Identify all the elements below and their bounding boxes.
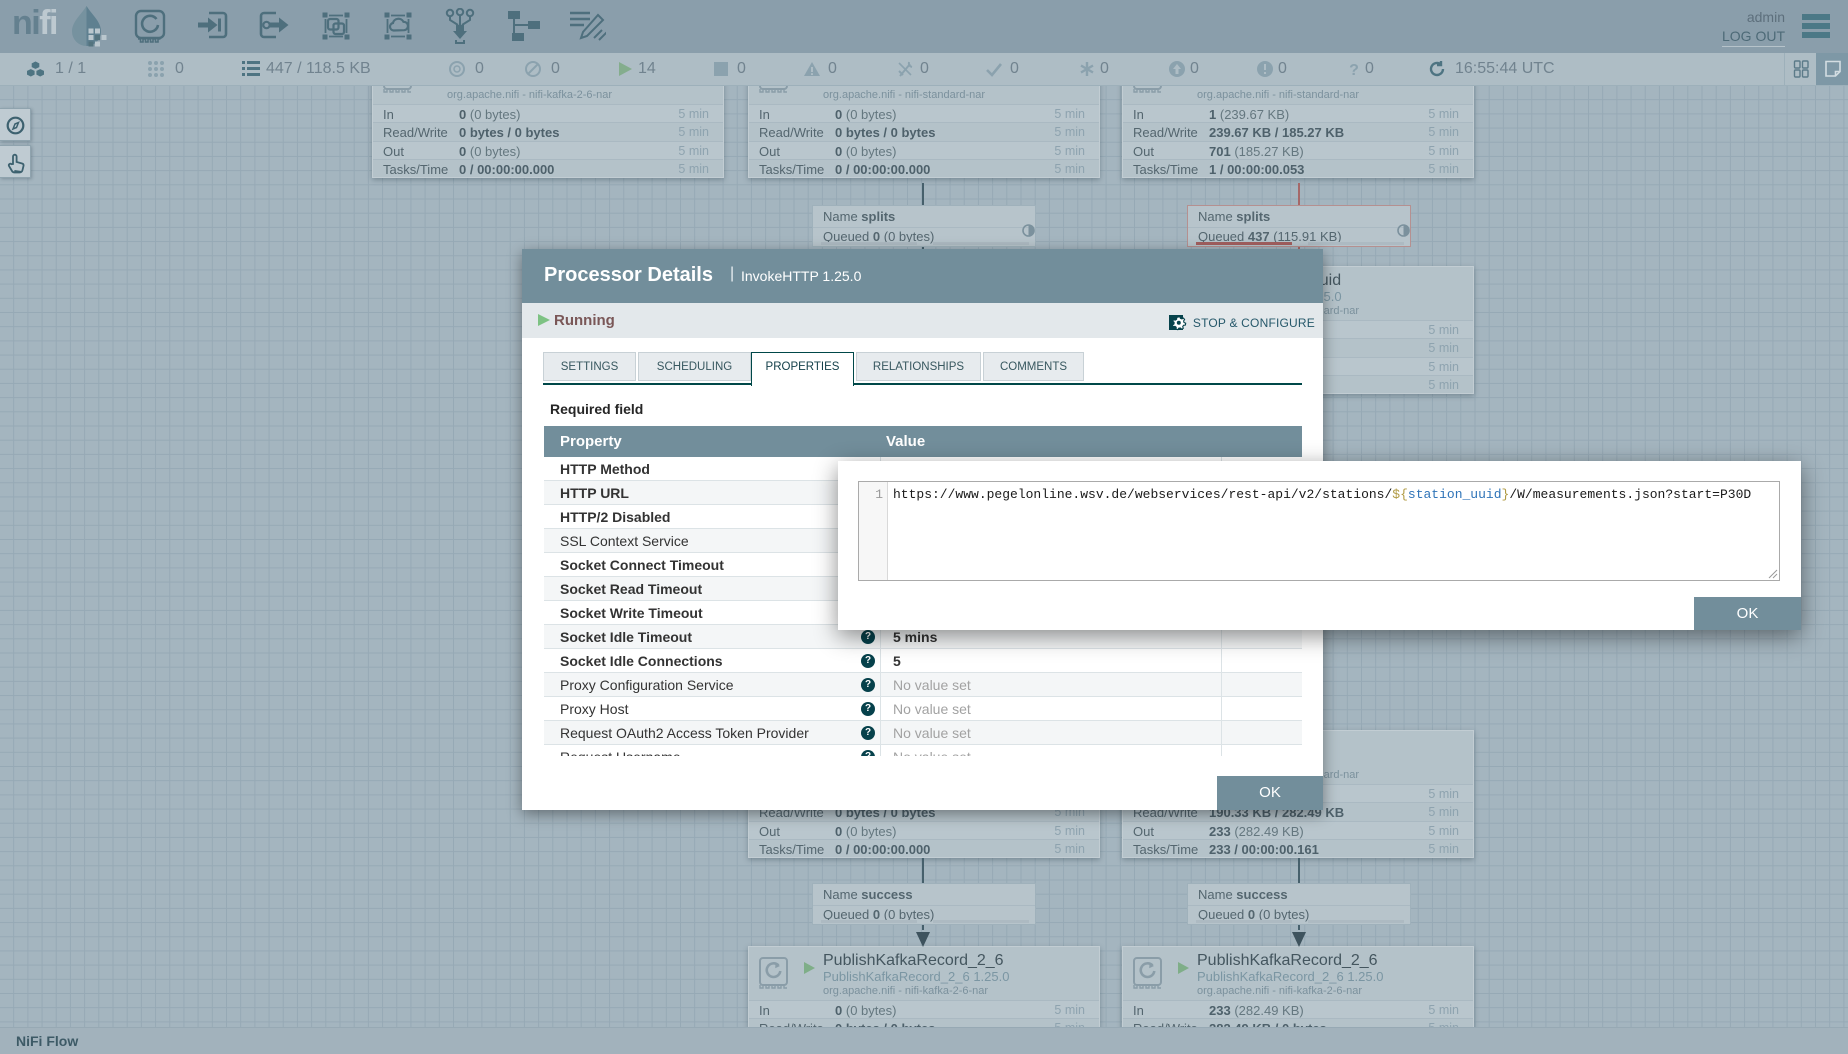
svg-text:?: ?: [1349, 62, 1359, 78]
